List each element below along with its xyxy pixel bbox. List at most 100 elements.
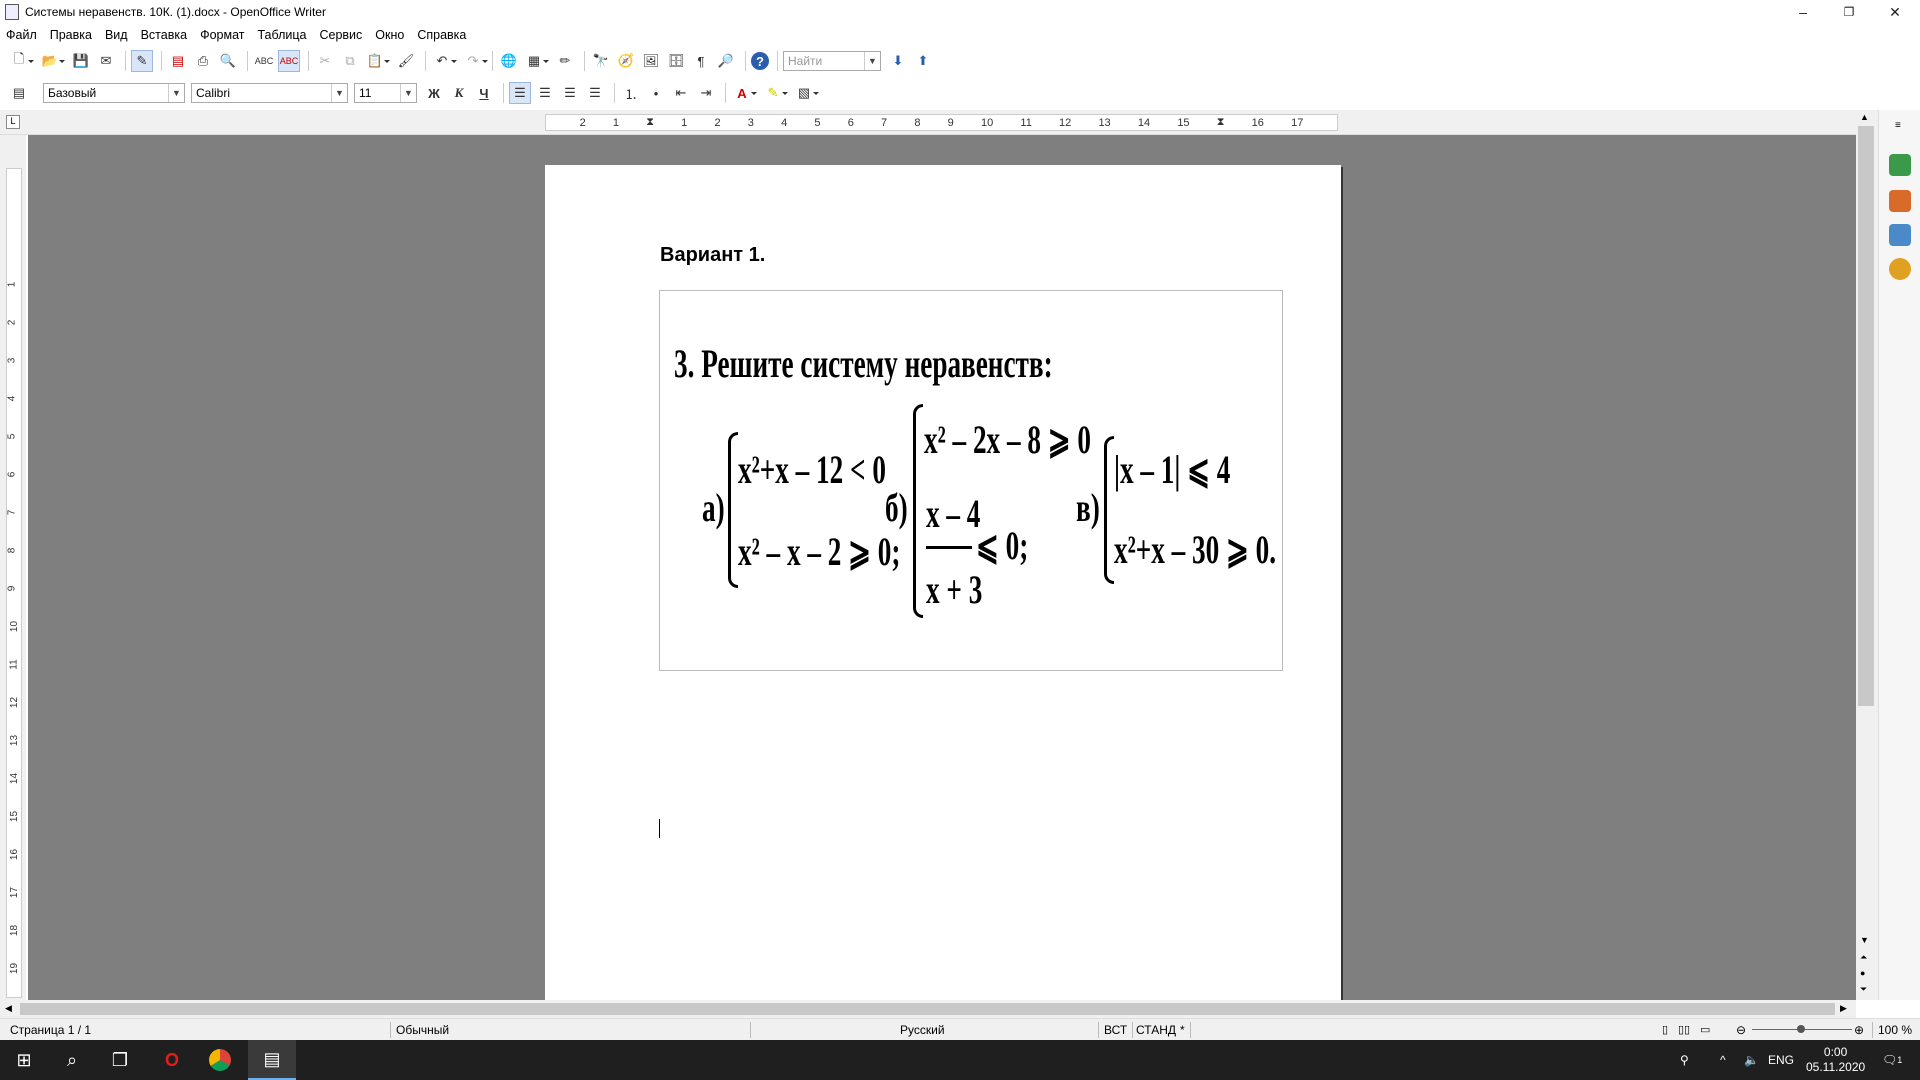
table-icon[interactable]: ▦ [523,50,549,72]
single-page-view-icon[interactable]: ▯ [1662,1023,1668,1036]
font-size-select[interactable]: 11 ▼ [354,83,417,103]
open-icon[interactable]: 📂 [39,50,65,72]
menu-table[interactable]: Таблица [257,28,306,42]
book-view-icon[interactable]: ▭ [1700,1023,1710,1036]
font-name-select[interactable]: Calibri ▼ [191,83,348,103]
scroll-right-icon[interactable]: ▶ [1840,1003,1847,1014]
page-count[interactable]: Страница 1 / 1 [10,1023,91,1037]
menu-window[interactable]: Окно [375,28,404,42]
properties-icon[interactable] [1889,154,1911,176]
draw-icon[interactable]: ✏ [554,50,576,72]
scroll-left-icon[interactable]: ◀ [5,1003,12,1014]
close-button[interactable]: ✕ [1872,0,1918,24]
multi-page-view-icon[interactable]: ▯▯ [1678,1023,1690,1036]
scroll-up-icon[interactable]: ▲ [1860,112,1869,122]
gallery-sidebar-icon[interactable] [1889,224,1911,246]
navigator-sidebar-icon[interactable] [1889,258,1911,280]
align-left-icon[interactable]: ☰ [509,82,531,104]
opera-icon[interactable]: O [148,1040,196,1080]
font-color-icon[interactable]: A [731,82,757,104]
insert-mode[interactable]: ВСТ [1104,1023,1127,1037]
zoom-icon[interactable]: 🔎 [715,50,737,72]
edit-mode-icon[interactable]: ✎ [131,50,153,72]
underline-button[interactable]: Ч [473,82,495,104]
zoom-level[interactable]: 100 % [1878,1023,1912,1037]
align-right-icon[interactable]: ☰ [559,82,581,104]
tab-stop-icon[interactable]: L [6,115,20,129]
autospellcheck-icon[interactable]: ABC [278,50,300,72]
page-style[interactable]: Обычный [396,1023,449,1037]
tray-chevron-icon[interactable]: ^ [1720,1040,1726,1080]
minimize-button[interactable]: – [1780,0,1826,24]
start-icon[interactable]: ⊞ [0,1040,48,1080]
find-replace-icon[interactable]: 🔭 [590,50,612,72]
print-preview-icon[interactable]: 🔍 [217,50,239,72]
bullets-icon[interactable]: • [645,82,667,104]
menu-edit[interactable]: Правка [50,28,92,42]
copy-icon[interactable]: ⧉ [339,50,361,72]
align-center-icon[interactable]: ☰ [534,82,556,104]
selection-mode[interactable]: СТАНД [1136,1023,1176,1037]
find-next-icon[interactable]: ⬇ [887,50,909,72]
language-indicator[interactable]: ENG [1768,1040,1794,1080]
hyperlink-icon[interactable]: 🌐 [498,50,520,72]
save-icon[interactable]: 💾 [70,50,92,72]
styles-formatting-icon[interactable] [1889,190,1911,212]
justify-icon[interactable]: ☰ [584,82,606,104]
numbering-icon[interactable]: ⒈ [620,82,642,104]
chrome-icon[interactable] [196,1040,244,1080]
search-icon[interactable]: ⌕ [48,1040,96,1080]
help-icon[interactable]: ? [751,52,769,70]
highlight-icon[interactable]: ✎ [762,82,788,104]
language[interactable]: Русский [900,1023,945,1037]
menu-view[interactable]: Вид [105,28,128,42]
previous-page-icon[interactable]: ⏶ [1860,952,1867,963]
paste-icon[interactable]: 📋 [364,50,390,72]
find-input[interactable]: Найти ▼ [783,51,881,71]
left-indent-marker[interactable]: ⧗ [646,116,654,129]
paragraph-style-select[interactable]: Базовый ▼ [43,83,185,103]
volume-icon[interactable]: 🔈 [1744,1040,1759,1080]
decrease-indent-icon[interactable]: ⇤ [670,82,692,104]
bold-button[interactable]: Ж [423,82,445,104]
gallery-icon[interactable]: 🖼 [640,50,662,72]
vertical-scroll-thumb[interactable] [1858,126,1874,706]
export-pdf-icon[interactable]: ▤ [167,50,189,72]
menu-help[interactable]: Справка [417,28,466,42]
next-page-icon[interactable]: ⏷ [1860,984,1867,995]
data-sources-icon[interactable]: 🗄 [665,50,687,72]
menu-file[interactable]: Файл [6,28,37,42]
background-color-icon[interactable]: ▧ [793,82,819,104]
right-indent-marker[interactable]: ⧗ [1217,116,1225,129]
print-icon[interactable]: ⎙ [192,50,214,72]
redo-icon[interactable]: ↷ [462,50,488,72]
zoom-out-icon[interactable]: ⊖ [1736,1023,1746,1037]
email-icon[interactable]: ✉ [95,50,117,72]
menu-format[interactable]: Формат [200,28,244,42]
navigation-icon[interactable]: ● [1860,968,1865,978]
openoffice-writer-icon[interactable]: ▤ [248,1040,296,1080]
increase-indent-icon[interactable]: ⇥ [695,82,717,104]
menu-tools[interactable]: Сервис [319,28,362,42]
italic-button[interactable]: К [448,82,470,104]
find-previous-icon[interactable]: ⬆ [912,50,934,72]
notifications-icon[interactable]: 🗨 1 [1882,1040,1902,1080]
clock[interactable]: 0:00 05.11.2020 [1806,1040,1865,1080]
undo-icon[interactable]: ↶ [431,50,457,72]
nonprinting-chars-icon[interactable]: ¶ [690,50,712,72]
sidebar-menu-icon[interactable]: ≡ [1895,120,1901,131]
menu-insert[interactable]: Вставка [141,28,187,42]
people-icon[interactable]: ⚲ [1680,1040,1689,1080]
zoom-in-icon[interactable]: ⊕ [1854,1023,1864,1037]
styles-icon[interactable]: ▤ [8,82,30,104]
horizontal-scroll-thumb[interactable] [20,1003,1835,1015]
cut-icon[interactable]: ✂ [314,50,336,72]
spellcheck-icon[interactable]: ABC [253,50,275,72]
restore-button[interactable]: ❐ [1826,0,1872,24]
format-paintbrush-icon[interactable]: 🖌 [395,50,417,72]
navigator-icon[interactable]: 🧭 [615,50,637,72]
task-view-icon[interactable]: ❐ [96,1040,144,1080]
zoom-slider-thumb[interactable] [1797,1025,1805,1033]
new-icon[interactable]: 🗋 [8,50,34,72]
scroll-down-icon[interactable]: ▼ [1860,935,1869,945]
